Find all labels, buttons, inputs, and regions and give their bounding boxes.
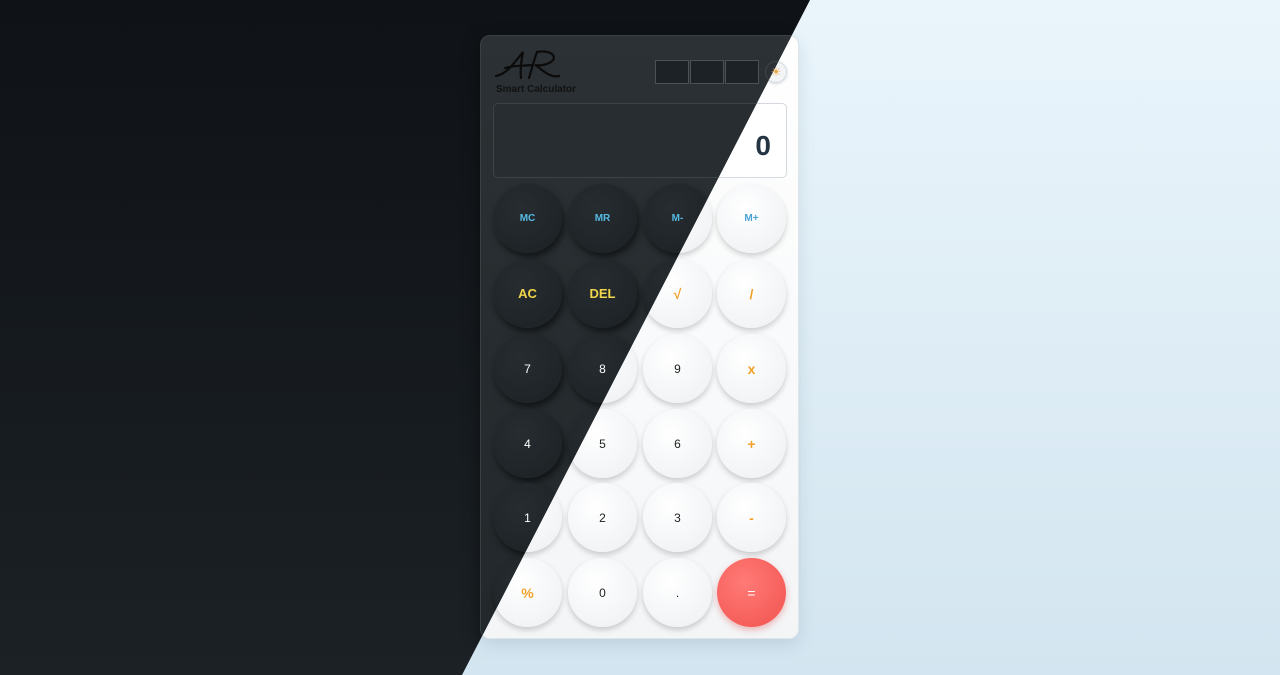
memory-recall-button[interactable]: MR [568,184,637,253]
memory-slot[interactable] [725,60,759,84]
decimal-button[interactable]: . [643,558,712,627]
calculator-stage: ☀ 0 MC MR M- M+ AC DEL √ / 7 8 9 x 4 5 6 [0,0,1280,675]
brand-name: Smart Calculator [496,84,577,95]
digit-0-button[interactable]: 0 [568,558,637,627]
equals-button[interactable]: = [717,558,786,627]
digit-6-button[interactable]: 6 [643,409,712,478]
plus-button[interactable]: + [717,409,786,478]
memory-clear-button[interactable]: MC [493,184,562,253]
logo [493,48,563,82]
all-clear-button[interactable]: AC [493,259,562,328]
memory-add-button[interactable]: M+ [717,184,786,253]
digit-2-button[interactable]: 2 [568,483,637,552]
digit-3-button[interactable]: 3 [643,483,712,552]
divide-button[interactable]: / [717,259,786,328]
logo-mark-icon [494,50,561,80]
memory-slot[interactable] [690,60,724,84]
memory-slot[interactable] [655,60,689,84]
multiply-button[interactable]: x [717,334,786,403]
display-value: 0 [755,130,771,161]
digit-9-button[interactable]: 9 [643,334,712,403]
digit-7-button[interactable]: 7 [493,334,562,403]
memory-slots [655,60,759,84]
minus-button[interactable]: - [717,483,786,552]
digit-4-button[interactable]: 4 [493,409,562,478]
delete-button[interactable]: DEL [568,259,637,328]
